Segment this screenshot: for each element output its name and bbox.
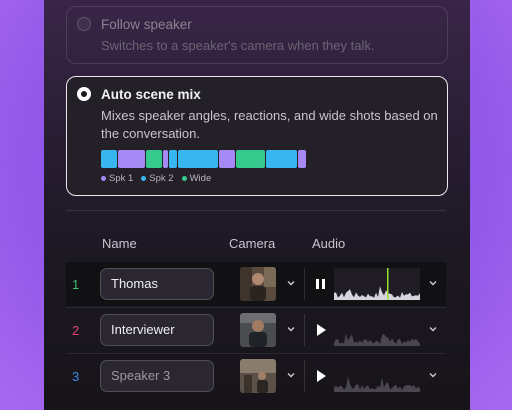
follow-speaker-description: Switches to a speaker's camera when they… <box>101 38 375 53</box>
chevron-down-icon[interactable] <box>428 370 438 380</box>
legend-item: Wide <box>181 173 212 184</box>
speaker-name-field[interactable]: Interviewer <box>100 314 214 346</box>
column-separator <box>304 268 305 300</box>
table-row: 2 Interviewer <box>66 308 446 352</box>
legend-swatch <box>101 176 106 181</box>
speaker-name-field[interactable]: Speaker 3 <box>100 360 214 392</box>
column-separator <box>304 360 305 392</box>
chevron-down-icon[interactable] <box>428 324 438 334</box>
table-row: 1 Thomas <box>66 262 446 306</box>
legend-item: Spk 1 <box>101 173 133 184</box>
chevron-down-icon[interactable] <box>286 324 296 334</box>
play-icon[interactable] <box>314 322 328 338</box>
column-header-audio: Audio <box>312 236 346 251</box>
mix-segment <box>298 150 306 168</box>
playhead[interactable] <box>387 268 389 300</box>
mix-segment <box>266 150 297 168</box>
row-number: 2 <box>72 323 80 338</box>
auto-scene-mix-option[interactable]: Auto scene mix Mixes speaker angles, rea… <box>66 76 448 196</box>
legend-label: Wide <box>189 173 212 184</box>
camera-thumbnail[interactable] <box>240 313 276 347</box>
chevron-down-icon[interactable] <box>428 278 438 288</box>
auto-scene-mix-description: Mixes speaker angles, reactions, and wid… <box>101 108 438 141</box>
audio-waveform[interactable] <box>334 360 420 392</box>
legend-label: Spk 1 <box>109 173 134 184</box>
column-header-camera: Camera <box>229 236 276 251</box>
mix-segment <box>101 150 117 168</box>
legend-label: Spk 2 <box>149 173 174 184</box>
settings-panel: Follow speaker Switches to a speaker's c… <box>44 0 470 410</box>
legend-swatch <box>141 176 147 181</box>
mix-segment <box>118 150 145 168</box>
column-separator <box>304 314 305 346</box>
scene-mix-legend: Spk 1 Spk 2 Wide <box>101 173 211 184</box>
pause-icon[interactable] <box>314 276 328 292</box>
row-number: 3 <box>72 369 80 384</box>
camera-thumbnail[interactable] <box>240 359 276 393</box>
row-number: 1 <box>72 277 80 292</box>
mix-segment <box>219 150 235 168</box>
audio-waveform[interactable] <box>334 268 420 300</box>
mix-segment <box>169 150 177 168</box>
mix-segment <box>146 150 162 168</box>
radio-icon[interactable] <box>77 17 91 31</box>
audio-waveform[interactable] <box>334 314 420 346</box>
chevron-down-icon[interactable] <box>286 278 296 288</box>
chevron-down-icon[interactable] <box>286 370 296 380</box>
legend-swatch <box>181 176 187 181</box>
camera-thumbnail[interactable] <box>240 267 276 301</box>
auto-scene-mix-title: Auto scene mix <box>101 87 201 102</box>
speaker-name-field[interactable]: Thomas <box>100 268 214 300</box>
column-header-name: Name <box>102 236 137 251</box>
legend-item: Spk 2 <box>141 173 174 184</box>
radio-icon[interactable] <box>77 87 91 101</box>
section-divider <box>66 210 446 211</box>
table-row: 3 Speaker 3 <box>66 354 446 398</box>
mix-segment <box>236 150 265 168</box>
scene-mix-timeline <box>101 150 306 168</box>
follow-speaker-option[interactable]: Follow speaker Switches to a speaker's c… <box>66 6 448 64</box>
play-icon[interactable] <box>314 368 328 384</box>
follow-speaker-title: Follow speaker <box>101 17 192 32</box>
mix-segment <box>163 150 168 168</box>
mix-segment <box>178 150 218 168</box>
